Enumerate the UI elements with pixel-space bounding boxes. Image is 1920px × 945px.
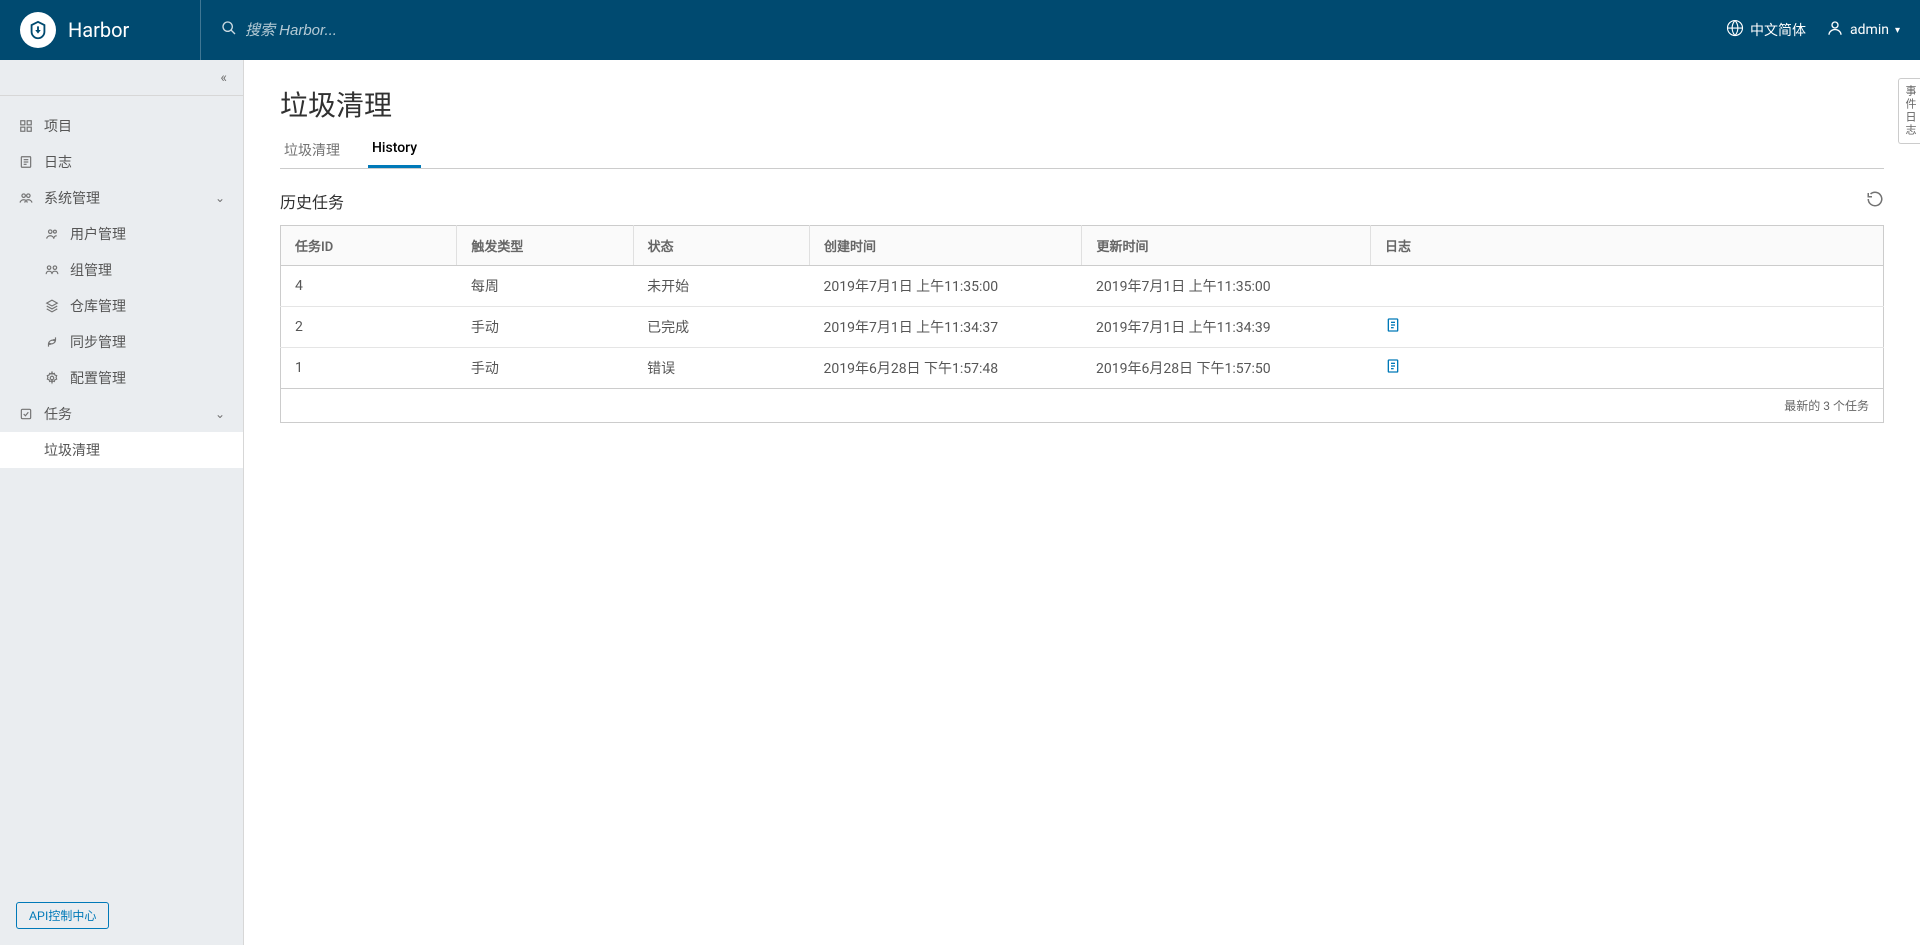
tabs: 垃圾清理 History	[280, 132, 1884, 169]
gear-icon	[44, 371, 60, 385]
sidebar-item-projects[interactable]: 项目	[0, 108, 243, 144]
header-right: 中文简体 admin ▾	[1726, 19, 1900, 41]
user-icon	[1826, 19, 1844, 41]
search-input[interactable]	[245, 22, 545, 39]
cell-status: 已完成	[633, 307, 809, 348]
search-icon	[221, 20, 237, 40]
event-log-side-tab[interactable]: 事件日志	[1898, 78, 1920, 144]
sidebar-collapse-button[interactable]: «	[0, 60, 243, 96]
repos-icon	[44, 299, 60, 313]
sidebar-item-label: 日志	[44, 152, 72, 172]
globe-icon	[1726, 19, 1744, 41]
table-row[interactable]: 1手动错误2019年6月28日 下午1:57:482019年6月28日 下午1:…	[281, 348, 1884, 389]
cell-log	[1371, 307, 1884, 348]
tab-gc[interactable]: 垃圾清理	[280, 132, 344, 168]
cell-created: 2019年7月1日 上午11:35:00	[809, 266, 1082, 307]
username-label: admin	[1850, 22, 1889, 38]
language-selector[interactable]: 中文简体	[1726, 19, 1806, 41]
cell-log	[1371, 348, 1884, 389]
sidebar-item-tasks[interactable]: 任务 ⌄	[0, 396, 243, 432]
chevron-double-left-icon: «	[220, 70, 227, 86]
app-header: Harbor 中文简体 admin ▾	[0, 0, 1920, 60]
col-header-jobid[interactable]: 任务ID	[281, 226, 457, 266]
sidebar-item-config[interactable]: 配置管理	[0, 360, 243, 396]
projects-icon	[18, 119, 34, 133]
cell-updated: 2019年7月1日 上午11:35:00	[1082, 266, 1371, 307]
app-name: Harbor	[68, 18, 129, 42]
sidebar-item-label: 系统管理	[44, 188, 100, 208]
logs-icon	[18, 155, 34, 169]
col-header-status[interactable]: 状态	[633, 226, 809, 266]
refresh-button[interactable]	[1866, 190, 1884, 213]
sidebar-item-label: 用户管理	[70, 224, 126, 244]
cell-jobid: 2	[281, 307, 457, 348]
sidebar-item-gc[interactable]: 垃圾清理	[0, 432, 243, 468]
sidebar-item-label: 任务	[44, 404, 72, 424]
admin-icon	[18, 191, 34, 205]
sidebar-item-users[interactable]: 用户管理	[0, 216, 243, 252]
table-footer: 最新的 3 个任务	[280, 389, 1884, 423]
cell-trigger: 每周	[457, 266, 633, 307]
refresh-icon	[1866, 192, 1884, 213]
sidebar-item-label: 项目	[44, 116, 72, 136]
log-icon[interactable]	[1385, 362, 1401, 378]
col-header-created[interactable]: 创建时间	[809, 226, 1082, 266]
sidebar-item-label: 配置管理	[70, 368, 126, 388]
page-title: 垃圾清理	[280, 84, 1884, 124]
sidebar: « 项目 日志 系统管理 ⌄	[0, 60, 244, 945]
cell-created: 2019年7月1日 上午11:34:37	[809, 307, 1082, 348]
cell-status: 错误	[633, 348, 809, 389]
sidebar-item-label: 同步管理	[70, 332, 126, 352]
cell-trigger: 手动	[457, 348, 633, 389]
users-icon	[44, 227, 60, 241]
sidebar-item-label: 组管理	[70, 260, 112, 280]
chevron-down-icon: ⌄	[215, 191, 225, 205]
groups-icon	[44, 263, 60, 277]
sidebar-item-label: 垃圾清理	[44, 440, 100, 460]
cell-jobid: 1	[281, 348, 457, 389]
replication-icon	[44, 335, 60, 349]
sidebar-item-logs[interactable]: 日志	[0, 144, 243, 180]
api-control-button[interactable]: API控制中心	[16, 902, 109, 929]
tab-history[interactable]: History	[368, 132, 421, 168]
cell-status: 未开始	[633, 266, 809, 307]
user-menu[interactable]: admin ▾	[1826, 19, 1900, 41]
search-section	[200, 0, 1726, 60]
table-row[interactable]: 2手动已完成2019年7月1日 上午11:34:372019年7月1日 上午11…	[281, 307, 1884, 348]
cell-jobid: 4	[281, 266, 457, 307]
sidebar-item-groups[interactable]: 组管理	[0, 252, 243, 288]
cell-log	[1371, 266, 1884, 307]
chevron-down-icon: ⌄	[215, 407, 225, 421]
cell-created: 2019年6月28日 下午1:57:48	[809, 348, 1082, 389]
logo-section: Harbor	[20, 12, 200, 48]
section-title: 历史任务	[280, 189, 344, 213]
cell-updated: 2019年7月1日 上午11:34:39	[1082, 307, 1371, 348]
language-label: 中文简体	[1750, 20, 1806, 40]
jobs-table: 任务ID 触发类型 状态 创建时间 更新时间 日志 4每周未开始2019年7月1…	[280, 225, 1884, 389]
col-header-trigger[interactable]: 触发类型	[457, 226, 633, 266]
col-header-log[interactable]: 日志	[1371, 226, 1884, 266]
cell-updated: 2019年6月28日 下午1:57:50	[1082, 348, 1371, 389]
main-content: 垃圾清理 垃圾清理 History 历史任务 任务ID 触发类型 状态 创建时间…	[244, 60, 1920, 945]
cell-trigger: 手动	[457, 307, 633, 348]
tasks-icon	[18, 407, 34, 421]
harbor-logo-icon	[20, 12, 56, 48]
sidebar-item-repos[interactable]: 仓库管理	[0, 288, 243, 324]
sidebar-item-replication[interactable]: 同步管理	[0, 324, 243, 360]
chevron-down-icon: ▾	[1895, 25, 1900, 36]
sidebar-item-admin[interactable]: 系统管理 ⌄	[0, 180, 243, 216]
sidebar-item-label: 仓库管理	[70, 296, 126, 316]
table-row[interactable]: 4每周未开始2019年7月1日 上午11:35:002019年7月1日 上午11…	[281, 266, 1884, 307]
log-icon[interactable]	[1385, 321, 1401, 337]
col-header-updated[interactable]: 更新时间	[1082, 226, 1371, 266]
